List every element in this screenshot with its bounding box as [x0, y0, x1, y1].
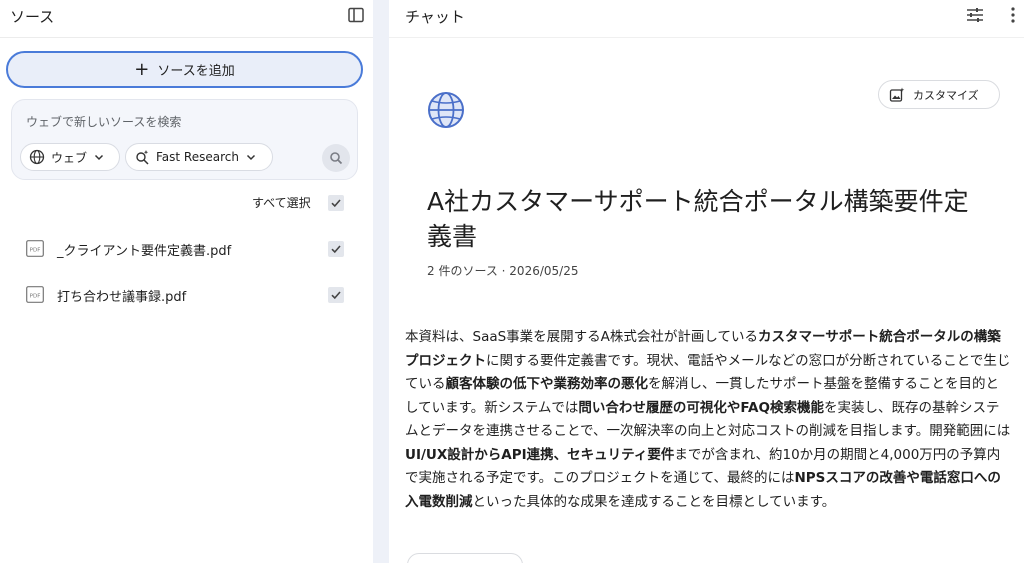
source-name: 打ち合わせ議事録.pdf [57, 290, 187, 305]
app-root: ソース + ソースを追加 ウェブで新しいソースを検索 ウェブ Fast Rese… [0, 0, 1024, 563]
svg-text:PDF: PDF [30, 294, 41, 300]
plus-icon: + [134, 58, 150, 80]
source-item[interactable]: PDF _クライアント要件定義書.pdf [0, 233, 373, 263]
globe-icon [29, 149, 45, 165]
chat-title: チャット [405, 8, 465, 26]
search-input[interactable]: ウェブで新しいソースを検索 [26, 113, 181, 130]
sources-header: ソース [0, 0, 373, 38]
source-checkbox[interactable] [328, 241, 344, 257]
document-meta: 2 件のソース · 2026/05/25 [427, 264, 579, 278]
check-icon [331, 291, 341, 300]
search-icon [330, 152, 343, 165]
chat-panel: チャット カスタマイズ A社カスタマーサポート統合ポータル構築要件定義書 2 件… [389, 0, 1024, 563]
web-source-dropdown[interactable]: ウェブ [20, 143, 120, 171]
summary-highlight: UI/UX設計からAPI連携、セキュリティ要件 [405, 446, 675, 463]
customize-label: カスタマイズ [913, 88, 979, 102]
customize-button[interactable]: カスタマイズ [878, 80, 1000, 109]
sources-panel: ソース + ソースを追加 ウェブで新しいソースを検索 ウェブ Fast Rese… [0, 0, 373, 563]
sources-title: ソース [10, 8, 55, 26]
add-source-label: ソースを追加 [157, 64, 235, 79]
image-sparkle-icon [889, 87, 905, 102]
sparkle-search-icon [136, 150, 149, 165]
svg-text:PDF: PDF [30, 248, 41, 254]
web-chip-label: ウェブ [51, 150, 88, 165]
research-chip-label: Fast Research [156, 150, 239, 164]
more-vert-icon[interactable] [1005, 6, 1021, 24]
check-icon [331, 245, 341, 254]
source-name: _クライアント要件定義書.pdf [57, 244, 232, 259]
source-checkbox[interactable] [328, 287, 344, 303]
side-panel-icon[interactable] [347, 6, 365, 24]
search-submit-button[interactable] [322, 144, 350, 172]
web-source-search: ウェブで新しいソースを検索 ウェブ Fast Research [11, 99, 358, 180]
summary-highlight: 顧客体験の低下や業務効率の悪化 [445, 376, 649, 392]
globe-icon [428, 92, 464, 128]
document-summary: 本資料は、SaaS事業を展開するA株式会社が計画しているカスタマーサポート統合ポ… [405, 326, 1011, 514]
pdf-file-icon: PDF [26, 240, 44, 257]
pdf-file-icon: PDF [26, 286, 44, 303]
summary-highlight: 問い合わせ履歴の可視化やFAQ検索機能 [578, 399, 824, 416]
chevron-down-icon [246, 154, 255, 161]
select-all-checkbox[interactable] [328, 195, 344, 211]
document-title: A社カスタマーサポート統合ポータル構築要件定義書 [427, 187, 969, 251]
suggestion-chip[interactable] [407, 553, 523, 563]
research-mode-dropdown[interactable]: Fast Research [125, 143, 273, 171]
source-item[interactable]: PDF 打ち合わせ議事録.pdf [0, 279, 373, 309]
check-icon [331, 199, 341, 208]
panel-resize-handle[interactable] [373, 0, 389, 563]
summary-text: 本資料は、SaaS事業を展開するA株式会社が計画している [405, 329, 759, 345]
chevron-down-icon [94, 154, 104, 161]
add-source-button[interactable]: + ソースを追加 [6, 51, 363, 88]
chat-header: チャット [389, 0, 1024, 38]
summary-text: といった具体的な成果を達成することを目標としています。 [472, 493, 836, 510]
tune-icon[interactable] [966, 7, 984, 23]
select-all-label: すべて選択 [252, 196, 311, 210]
